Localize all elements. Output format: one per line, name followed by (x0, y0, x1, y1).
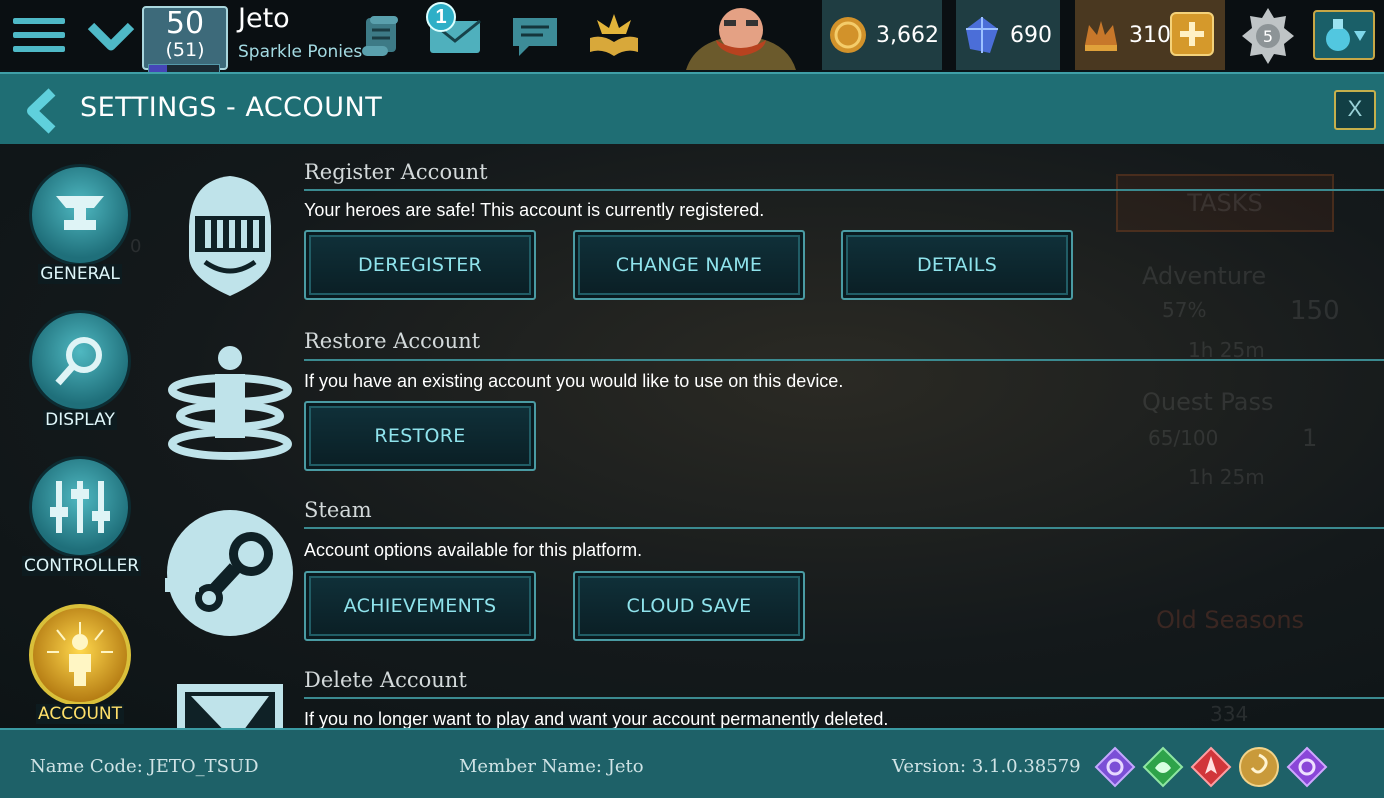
crown-amount: 310 (1129, 22, 1171, 48)
sidebar-item-controller[interactable]: CONTROLLER (22, 456, 142, 576)
menu-icon[interactable] (10, 14, 68, 56)
sliders-icon (29, 456, 131, 558)
settings-header: SETTINGS - ACCOUNT X (0, 72, 1384, 144)
gold-currency[interactable]: 3,662 (822, 0, 942, 70)
section-title-steam: Steam (304, 498, 372, 522)
restore-person-icon (165, 340, 295, 470)
steam-logo-icon (165, 508, 295, 638)
green-rune-icon (1142, 746, 1184, 788)
ghost-old-seasons: Old Seasons (1156, 606, 1305, 634)
ghost-quest-num: 1 (1302, 424, 1318, 452)
ghost-quest-progress: 65/100 (1148, 426, 1219, 450)
section-divider (304, 189, 1384, 191)
hero-portrait[interactable] (676, 0, 806, 70)
medal-icon[interactable]: 5 (1240, 6, 1296, 66)
section-divider (304, 359, 1384, 361)
guild-name[interactable]: Sparkle Ponies (238, 42, 362, 62)
player-level-sub: (51) (165, 39, 205, 61)
change-name-button[interactable]: CHANGE NAME (573, 230, 805, 300)
close-button[interactable]: X (1334, 90, 1376, 130)
chevron-down-icon[interactable] (86, 18, 136, 54)
back-arrow-icon[interactable] (22, 88, 62, 134)
gold-amount: 3,662 (876, 22, 939, 48)
section-desc-restore: If you have an existing account you woul… (304, 371, 844, 391)
violet-rune-icon (1286, 746, 1328, 788)
sidebar-item-label: CONTROLLER (22, 556, 142, 576)
ghost-adventure-pct: 57% (1162, 298, 1207, 322)
gem-currency[interactable]: 690 (956, 0, 1060, 70)
gem-icon (966, 17, 998, 53)
sidebar-item-label: GENERAL (38, 264, 122, 284)
ghost-tasks: TASKS (1116, 174, 1334, 232)
name-code: Name Code: JETO_TSUD (30, 756, 259, 777)
section-divider (304, 527, 1384, 529)
top-bar: 50 (51) Jeto Sparkle Ponies 1 3,662 690 … (0, 0, 1384, 74)
sidebar-item-label: DISPLAY (43, 410, 117, 430)
mail-badge: 1 (426, 2, 456, 32)
restore-button[interactable]: RESTORE (304, 401, 536, 471)
ghost-adventure: Adventure (1142, 262, 1267, 290)
section-desc-steam: Account options available for this platf… (304, 540, 643, 560)
sidebar-item-general[interactable]: GENERAL (22, 164, 138, 284)
version-label: Version: 3.1.0.38579 (892, 756, 1081, 777)
section-title-register: Register Account (304, 160, 488, 184)
purple-rune-icon (1094, 746, 1136, 788)
sidebar-item-display[interactable]: DISPLAY (22, 310, 138, 430)
section-divider (304, 697, 1384, 699)
player-name: Jeto (238, 3, 290, 34)
book-icon[interactable] (586, 10, 642, 58)
magnifier-icon (29, 310, 131, 412)
chat-icon[interactable] (508, 14, 562, 58)
details-button[interactable]: DETAILS (841, 230, 1073, 300)
account-footer: Name Code: JETO_TSUD Member Name: Jeto V… (0, 728, 1384, 798)
section-title-delete: Delete Account (304, 668, 467, 692)
ghost-adventure-num: 150 (1290, 296, 1340, 326)
player-level-badge[interactable]: 50 (51) (142, 6, 228, 70)
gold-rune-icon (1239, 747, 1279, 787)
section-title-restore: Restore Account (304, 329, 481, 353)
section-desc-register: Your heroes are safe! This account is cu… (304, 200, 765, 220)
gold-coin-icon (830, 17, 866, 53)
crown-icon (1085, 21, 1117, 51)
potion-icon[interactable] (1313, 10, 1375, 60)
knight-helmet-icon (165, 170, 295, 300)
medal-rank: 5 (1263, 27, 1273, 46)
section-desc-delete: If you no longer want to play and want y… (304, 709, 889, 728)
page-title: SETTINGS - ACCOUNT (80, 92, 383, 123)
gem-amount: 690 (1010, 22, 1052, 48)
player-level: 50 (165, 6, 205, 41)
ghost-quest-time: 1h 25m (1188, 465, 1265, 489)
anvil-icon (29, 164, 131, 266)
delete-section-clip: Delete Account If you no longer want to … (0, 664, 1384, 728)
cloud-save-button[interactable]: CLOUD SAVE (573, 571, 805, 641)
achievements-button[interactable]: ACHIEVEMENTS (304, 571, 536, 641)
member-name: Member Name: Jeto (459, 756, 644, 777)
plus-icon[interactable] (1170, 12, 1214, 56)
red-rune-icon (1190, 746, 1232, 788)
scroll-icon[interactable] (358, 12, 402, 60)
delete-account-icon (175, 682, 285, 728)
ghost-quest-pass: Quest Pass (1142, 388, 1274, 416)
deregister-button[interactable]: DEREGISTER (304, 230, 536, 300)
